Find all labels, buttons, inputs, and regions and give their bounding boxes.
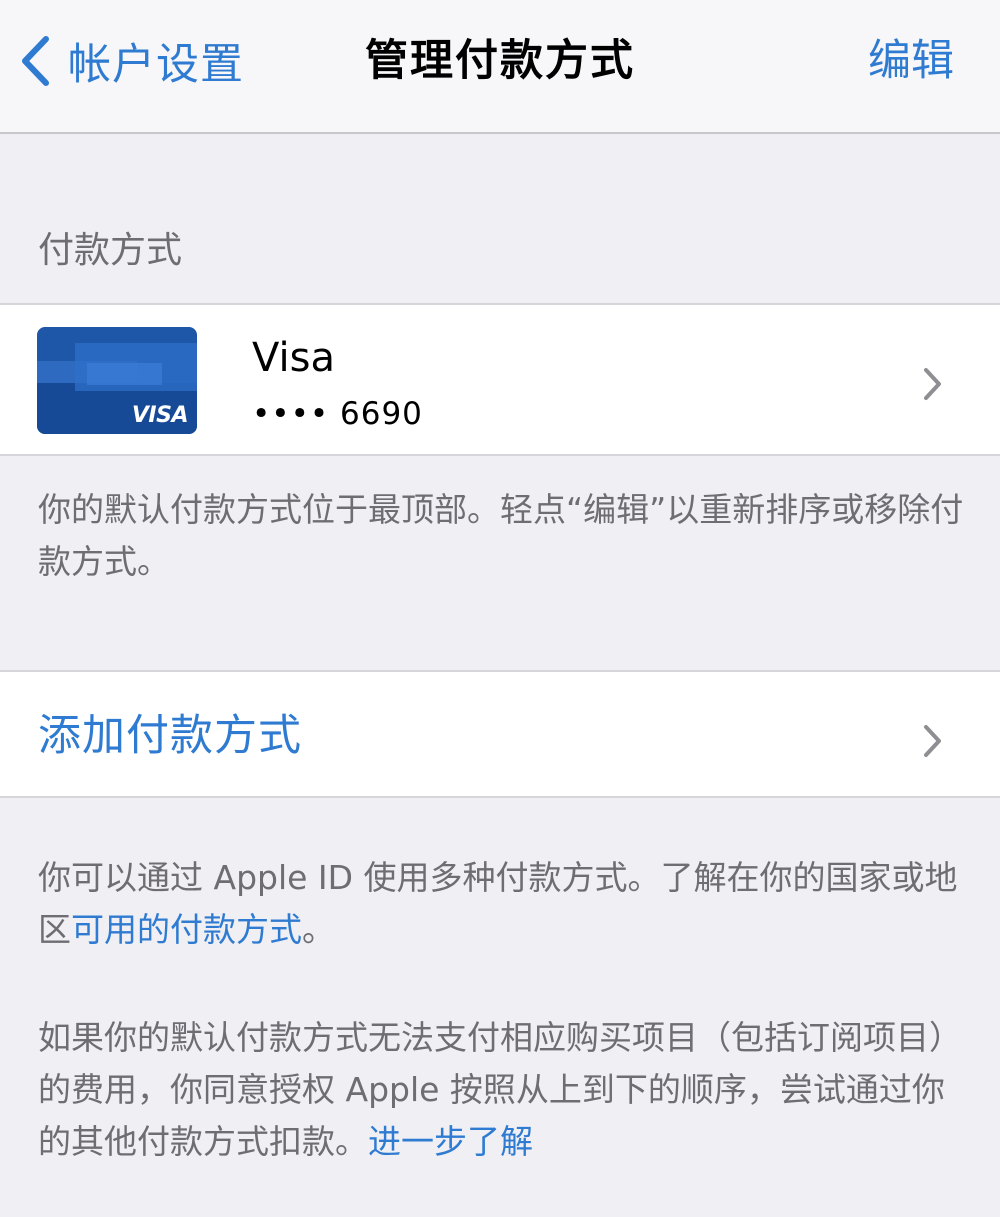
apple-id-payment-note: 你可以通过 Apple ID 使用多种付款方式。了解在你的国家或地区可用的付款方… [38,852,968,956]
default-payment-note: 你的默认付款方式位于最顶部。轻点“编辑”以重新排序或移除付款方式。 [38,490,964,581]
visa-card-icon: VISA [37,327,197,434]
available-payment-methods-link[interactable]: 可用的付款方式 [71,910,302,949]
add-payment-method-row[interactable]: 添加付款方式 [0,670,1000,798]
apple-id-note-end: 。 [302,910,335,949]
card-masked-number: •••• 6690 [252,396,423,432]
authorization-note: 如果你的默认付款方式无法支付相应购买项目（包括订阅项目）的费用，你同意授权 Ap… [38,1012,968,1168]
payment-method-row-visa[interactable]: VISA Visa •••• 6690 [0,303,1000,456]
page-title: 管理付款方式 [365,36,635,86]
edit-button[interactable]: 编辑 [868,30,954,92]
chevron-right-icon [922,367,942,405]
add-payment-method-label: 添加付款方式 [38,711,302,761]
section-header-payment-methods: 付款方式 [38,230,183,271]
learn-more-link[interactable]: 进一步了解 [368,1122,533,1161]
chevron-right-icon [922,724,942,762]
navigation-bar: 帐户设置 管理付款方式 编辑 [0,0,1000,134]
visa-logo: VISA [131,403,189,428]
card-name: Visa [252,335,335,381]
